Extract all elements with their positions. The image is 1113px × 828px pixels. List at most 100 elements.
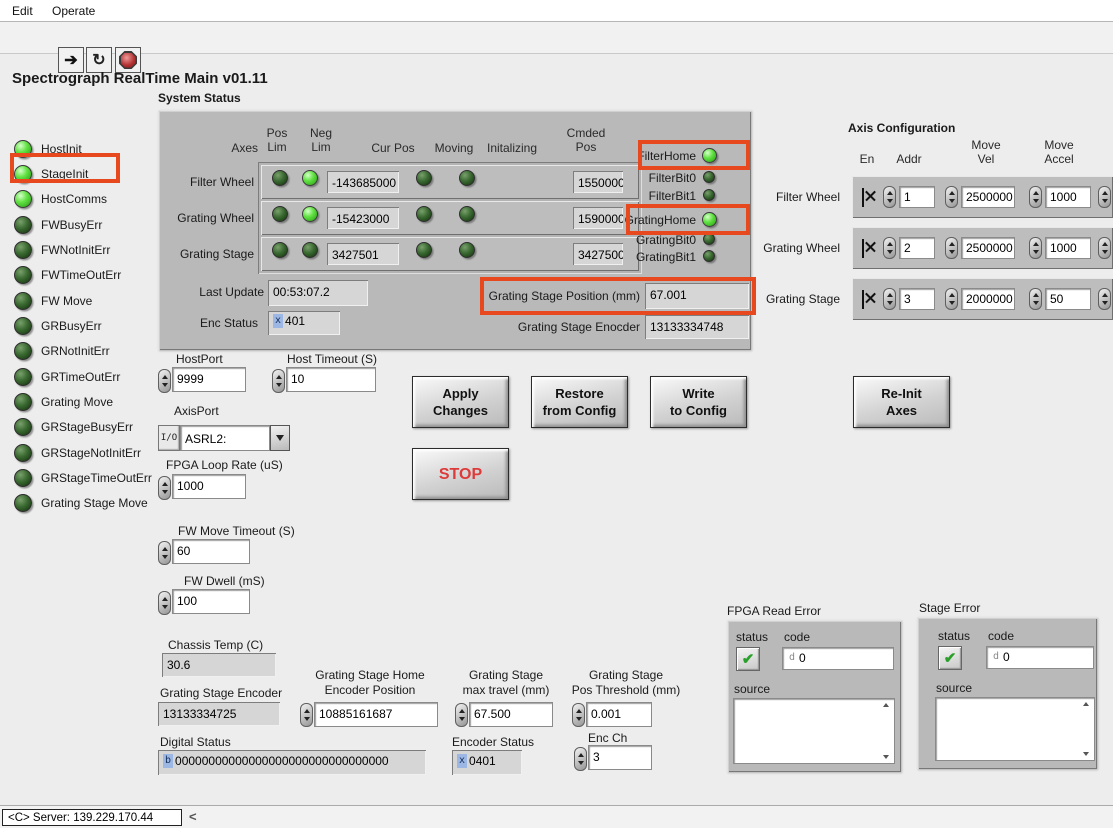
fw-move-timeout-field[interactable]: 60 — [172, 539, 250, 564]
gratingbit0-led[interactable] — [703, 233, 715, 245]
fpga-status-button[interactable]: ✔ — [736, 647, 760, 671]
gs-pos-threshold-stepper[interactable] — [572, 703, 585, 727]
write-to-config-button[interactable]: Writeto Config — [650, 376, 747, 428]
hex-radix[interactable]: x — [457, 754, 467, 768]
axis-port-field[interactable]: ASRL2: — [180, 425, 270, 451]
filter-pos-lim-led[interactable] — [272, 170, 288, 186]
grstagenotiniterr-led[interactable] — [14, 444, 32, 462]
hostinit-led[interactable] — [14, 140, 32, 158]
gwheel-accel-field[interactable]: 1000 — [1045, 237, 1091, 259]
gwheel-initializing-led[interactable] — [459, 206, 475, 222]
gratingbit1-led[interactable] — [703, 250, 715, 262]
filterbit1-led[interactable] — [703, 189, 715, 201]
filter-accel-field[interactable]: 1000 — [1045, 186, 1091, 208]
fwnotiniterr-led[interactable] — [14, 241, 32, 259]
decimal-radix[interactable]: d — [787, 651, 797, 665]
gs-home-encoder-stepper[interactable] — [300, 703, 313, 727]
grstagetimeouterr-led[interactable] — [14, 469, 32, 487]
filterhome-led[interactable] — [702, 148, 717, 163]
gwheel-vel-stepper[interactable] — [945, 237, 958, 259]
stage-code-field[interactable]: d0 — [986, 646, 1094, 669]
enc-ch-stepper[interactable] — [574, 747, 587, 771]
grtimeouterr-led[interactable] — [14, 368, 32, 386]
scroll-left-arrow[interactable]: < — [189, 809, 197, 824]
fwbusyerr-led[interactable] — [14, 216, 32, 234]
gstage-accel-stepper[interactable] — [1029, 288, 1042, 310]
gratinghome-led[interactable] — [702, 212, 717, 227]
gwheel-vel-field[interactable]: 2500000 — [961, 237, 1015, 259]
filter-neg-lim-led[interactable] — [302, 170, 318, 186]
fpga-source-scrollbar[interactable] — [879, 701, 892, 761]
gwheel-moving-led[interactable] — [416, 206, 432, 222]
scroll-up-icon[interactable] — [1083, 702, 1089, 706]
stage-status-button[interactable]: ✔ — [938, 646, 962, 670]
apply-changes-button[interactable]: ApplyChanges — [412, 376, 509, 428]
stage-source-box[interactable] — [935, 697, 1095, 761]
scroll-up-icon[interactable] — [883, 703, 889, 707]
gwheel-pos-lim-led[interactable] — [272, 206, 288, 222]
menu-edit[interactable]: Edit — [12, 4, 33, 18]
gratingstagemove-led[interactable] — [14, 494, 32, 512]
fw-dwell-field[interactable]: 100 — [172, 589, 250, 614]
gratingmove-led[interactable] — [14, 393, 32, 411]
filter-vel-field[interactable]: 2500000 — [961, 186, 1015, 208]
grstagebusyerr-led[interactable] — [14, 418, 32, 436]
gs-home-encoder-field[interactable]: 10885161687 — [314, 702, 438, 727]
enc-ch-field[interactable]: 3 — [588, 745, 652, 770]
fwmove-led[interactable] — [14, 292, 32, 310]
gstage-extra-stepper[interactable] — [1098, 288, 1111, 310]
grating-stage-enable-checkbox[interactable] — [862, 290, 864, 309]
gstage-accel-field[interactable]: 50 — [1045, 288, 1091, 310]
gwheel-addr-field[interactable]: 2 — [899, 237, 935, 259]
fwtimeouterr-led[interactable] — [14, 266, 32, 284]
gwheel-neg-lim-led[interactable] — [302, 206, 318, 222]
grnotiniterr-led[interactable] — [14, 342, 32, 360]
host-timeout-field[interactable]: 10 — [286, 367, 376, 392]
filter-addr-field[interactable]: 1 — [899, 186, 935, 208]
menu-operate[interactable]: Operate — [52, 4, 95, 18]
host-port-field[interactable]: 9999 — [172, 367, 246, 392]
gs-max-travel-stepper[interactable] — [455, 703, 468, 727]
filterbit0-led[interactable] — [703, 171, 715, 183]
stageinit-led[interactable] — [14, 165, 32, 183]
fpga-loop-rate-stepper[interactable] — [158, 476, 171, 500]
grating-wheel-enable-checkbox[interactable] — [862, 239, 864, 258]
filter-wheel-enable-checkbox[interactable] — [862, 188, 864, 207]
scroll-down-icon[interactable] — [1083, 752, 1089, 756]
grbusyerr-led[interactable] — [14, 317, 32, 335]
gstage-moving-led[interactable] — [416, 242, 432, 258]
gstage-pos-lim-led[interactable] — [272, 242, 288, 258]
hostcomms-led[interactable] — [14, 190, 32, 208]
filter-addr-stepper[interactable] — [883, 186, 896, 208]
decimal-radix[interactable]: d — [991, 650, 1001, 664]
filter-vel-stepper[interactable] — [945, 186, 958, 208]
gs-max-travel-field[interactable]: 67.500 — [469, 702, 553, 727]
stage-source-scrollbar[interactable] — [1079, 700, 1092, 758]
fw-move-timeout-stepper[interactable] — [158, 541, 171, 565]
hex-radix[interactable]: x — [273, 314, 283, 328]
filter-accel-stepper[interactable] — [1029, 186, 1042, 208]
gstage-vel-field[interactable]: 2000000 — [961, 288, 1015, 310]
scroll-down-icon[interactable] — [883, 755, 889, 759]
gstage-neg-lim-led[interactable] — [302, 242, 318, 258]
host-timeout-stepper[interactable] — [272, 369, 285, 393]
filter-extra-stepper[interactable] — [1098, 186, 1111, 208]
filter-moving-led[interactable] — [416, 170, 432, 186]
host-port-stepper[interactable] — [158, 369, 171, 393]
binary-radix[interactable]: b — [163, 754, 173, 768]
gstage-initializing-led[interactable] — [459, 242, 475, 258]
fpga-code-field[interactable]: d0 — [782, 647, 894, 670]
fpga-loop-rate-field[interactable]: 1000 — [172, 474, 246, 499]
fw-dwell-stepper[interactable] — [158, 591, 171, 615]
restore-from-config-button[interactable]: Restorefrom Config — [531, 376, 628, 428]
gwheel-addr-stepper[interactable] — [883, 237, 896, 259]
fpga-source-box[interactable] — [733, 698, 895, 764]
gs-pos-threshold-field[interactable]: 0.001 — [586, 702, 652, 727]
gstage-addr-field[interactable]: 3 — [899, 288, 935, 310]
stop-button[interactable]: STOP — [412, 448, 509, 500]
reinit-axes-button[interactable]: Re-InitAxes — [853, 376, 950, 428]
gwheel-extra-stepper[interactable] — [1098, 237, 1111, 259]
filter-initializing-led[interactable] — [459, 170, 475, 186]
axis-port-dropdown[interactable] — [270, 425, 290, 451]
gstage-addr-stepper[interactable] — [883, 288, 896, 310]
